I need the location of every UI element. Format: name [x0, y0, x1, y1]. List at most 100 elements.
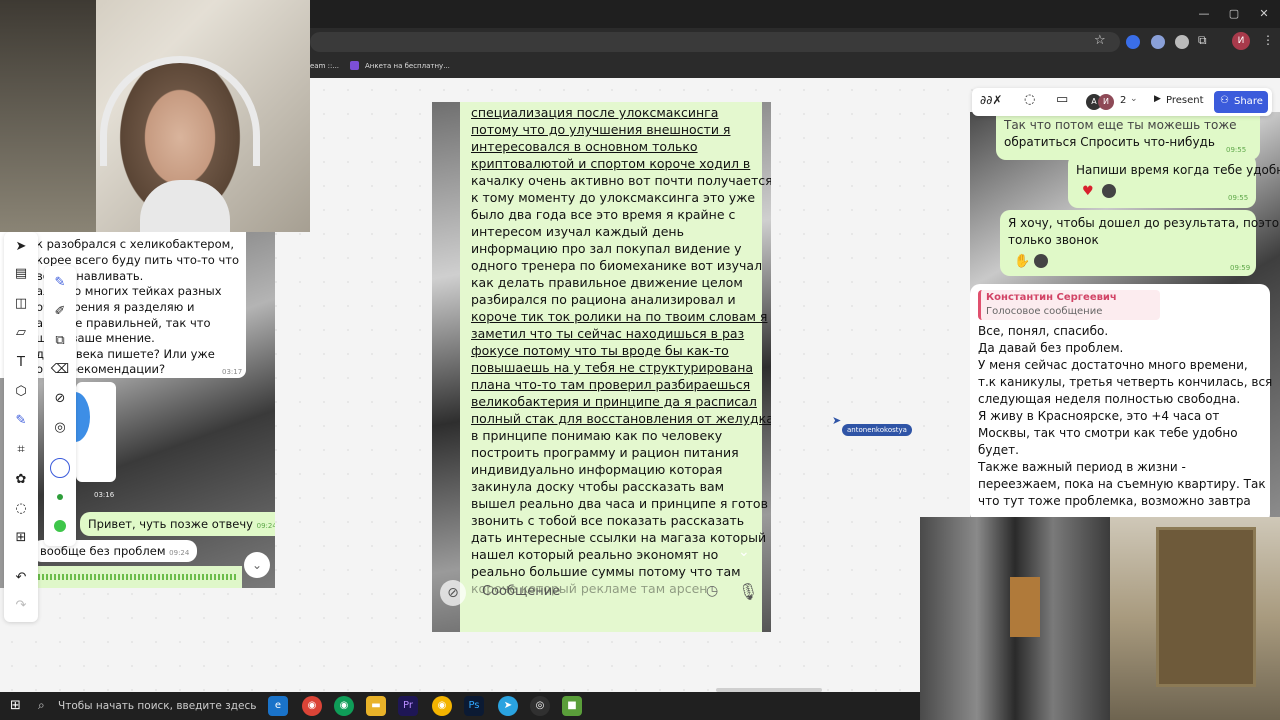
message-line: построить программу и рацион питания: [471, 445, 739, 460]
message-line: одного тренера по биомеханике вот изучал: [471, 258, 763, 273]
message-line: заметил что ты сейчас находишься в раз: [471, 326, 745, 341]
message-line: к тому моменту до улоксмаксинга это уже: [471, 190, 756, 205]
extension-icon[interactable]: [1126, 35, 1140, 49]
profile-avatar[interactable]: И: [1232, 32, 1250, 50]
message-line: закинула доску чтобы рассказать вам: [471, 479, 725, 494]
frame-layout-icon[interactable]: ◫: [10, 293, 32, 315]
select-cursor-icon[interactable]: ➤: [10, 236, 32, 258]
clock-icon[interactable]: ◷: [706, 583, 718, 599]
message-time: 09:59: [1230, 264, 1251, 272]
extension-icon[interactable]: [1175, 35, 1189, 49]
extension-icon[interactable]: [1151, 35, 1165, 49]
obs-icon[interactable]: ◎: [530, 696, 550, 716]
message-line: интересовался в основном только: [471, 139, 698, 154]
restore-button[interactable]: ▢: [1226, 7, 1242, 20]
heart-reaction-icon[interactable]: ♥: [1082, 184, 1094, 199]
message-time: 09:55: [1228, 194, 1249, 202]
extensions-puzzle-icon[interactable]: ⧉: [1198, 33, 1207, 48]
message-text: вообще без проблем: [40, 544, 166, 558]
stroke-eraser-icon[interactable]: ⊘: [49, 388, 71, 410]
voice-message-waveform[interactable]: [32, 566, 242, 588]
color-picker-selected[interactable]: [50, 458, 70, 478]
highlighter-icon[interactable]: ✐: [49, 301, 71, 323]
bookmark-star-icon[interactable]: ☆: [1094, 33, 1106, 48]
pen-icon[interactable]: ✎: [49, 272, 71, 294]
search-icon[interactable]: ⌕: [38, 698, 45, 713]
kebab-menu-icon[interactable]: ⋮: [1262, 33, 1274, 47]
bookmark-item[interactable]: eam ::...: [310, 62, 339, 70]
windows-taskbar: ⊞ ⌕ Чтобы начать поиск, введите здесь: [0, 692, 920, 720]
miro-toolbar: ➤ ▤ ◫ ▱ T ⬡ ✎ ⌗ ✿ ◌ ⊞ ↶ ↷: [4, 232, 38, 622]
apps-icon[interactable]: ✿: [10, 469, 32, 491]
chrome-app-icon[interactable]: ◉: [432, 696, 452, 716]
windows-start-icon[interactable]: ⊞: [10, 698, 21, 713]
scroll-down-icon[interactable]: ⌄: [738, 544, 750, 560]
edge-app-icon[interactable]: e: [268, 696, 288, 716]
undo-icon[interactable]: ↶: [10, 567, 32, 589]
telegram-icon[interactable]: ➤: [498, 696, 518, 716]
message-text: только звонок: [1008, 233, 1099, 247]
message-line: Также важный период в жизни -: [978, 460, 1186, 474]
right-chat-screenshot: Так что потом еще ты можешь тоже обратит…: [970, 112, 1280, 518]
smart-drawing-icon[interactable]: ⧉: [49, 330, 71, 352]
message-line: криптовалютой и спортом короче ходил в: [471, 156, 751, 171]
message-text: Я хочу, чтобы дошел до результата, поэто…: [1008, 216, 1280, 230]
sticky-note-icon[interactable]: ▱: [10, 322, 32, 344]
attach-paperclip-icon[interactable]: ⊘: [440, 580, 466, 606]
collaborator-cursor-icon: ➤: [832, 414, 842, 427]
chevron-down-icon[interactable]: ⌄: [1130, 94, 1138, 104]
reply-sender-name: Константин Сергеевич: [986, 292, 1117, 303]
message-line: т.к каникулы, третья четверть кончилась,…: [978, 375, 1273, 389]
chrome-app-icon[interactable]: ◉: [302, 696, 322, 716]
message-line: корее всего буду пить что-то что: [36, 253, 240, 267]
scroll-down-icon[interactable]: ⌄: [244, 552, 270, 578]
shapes-icon[interactable]: ⬡: [10, 381, 32, 403]
message-line: Я живу в Красноярске, это +4 часа от: [978, 409, 1220, 423]
file-explorer-icon[interactable]: ▬: [366, 696, 386, 716]
lasso-icon[interactable]: ◎: [49, 417, 71, 439]
message-line: потому что до улучшения внешности я: [471, 122, 731, 137]
address-bar[interactable]: [310, 32, 1120, 52]
photoshop-icon[interactable]: Ps: [464, 696, 484, 716]
present-button[interactable]: Present: [1166, 95, 1204, 106]
message-text: Привет, чуть позже отвечу: [88, 517, 253, 531]
message-time: 09:24: [169, 549, 190, 557]
message-line: в принципе понимаю как по человеку: [471, 428, 723, 443]
close-window-button[interactable]: ✕: [1256, 7, 1272, 20]
chrome-app-icon[interactable]: ◉: [334, 696, 354, 716]
eraser-icon[interactable]: ⌫: [49, 359, 71, 381]
window-background: [0, 0, 96, 232]
chat-bubble-icon[interactable]: ◌: [1024, 92, 1035, 107]
comment-icon[interactable]: ◌: [10, 498, 32, 520]
microphone-icon[interactable]: 🎙: [738, 582, 758, 601]
collaborator-avatar[interactable]: И: [1098, 94, 1114, 110]
minimize-button[interactable]: —: [1196, 7, 1212, 20]
color-green-dot[interactable]: [54, 520, 66, 532]
templates-icon[interactable]: ▤: [10, 263, 32, 285]
thickness-small-dot[interactable]: [57, 494, 63, 500]
text-tool-icon[interactable]: T: [10, 352, 32, 374]
pen-tool-icon[interactable]: ✎: [10, 410, 32, 432]
message-line: Москвы, так что смотри как тебе удобно: [978, 426, 1238, 440]
taskbar-search-input[interactable]: Чтобы начать поиск, введите здесь: [58, 700, 256, 712]
share-button[interactable]: ⚇ Share: [1214, 91, 1268, 113]
collaborators-count[interactable]: 2: [1120, 95, 1126, 106]
more-tools-icon[interactable]: ⊞: [10, 527, 32, 549]
video-call-icon[interactable]: ▭: [1056, 92, 1068, 107]
telegram-message-screenshot: специализация после улоксмаксинга потому …: [432, 102, 771, 632]
message-line: вышел реально два часа и принципе я гото…: [471, 496, 768, 511]
message-line: переезжаем, пока на съемную квартиру. Та…: [978, 477, 1266, 491]
message-line: интересом изучал каждый день: [471, 224, 684, 239]
bookmark-item[interactable]: Анкета на бесплатну...: [365, 62, 450, 70]
message-input[interactable]: Сообщение ◷: [470, 580, 732, 606]
miro-collaboration-bar: ∂∂✗ ◌ ▭ А И 2 ⌄ ▶ Present ⚇ Share: [972, 88, 1272, 116]
collaborator-cursor-label: antonenkokostya: [842, 424, 912, 436]
reactions-icon[interactable]: ∂∂✗: [980, 93, 1002, 107]
hand-reaction-icon[interactable]: ✋: [1014, 254, 1030, 269]
message-line: было два года все это время я крайне с: [471, 207, 736, 222]
redo-icon[interactable]: ↷: [10, 595, 32, 617]
frame-tool-icon[interactable]: ⌗: [10, 439, 32, 461]
reply-quote[interactable]: Константин Сергеевич Голосовое сообщение: [978, 290, 1160, 320]
premiere-pro-icon[interactable]: Pr: [398, 696, 418, 716]
minecraft-icon[interactable]: ■: [562, 696, 582, 716]
